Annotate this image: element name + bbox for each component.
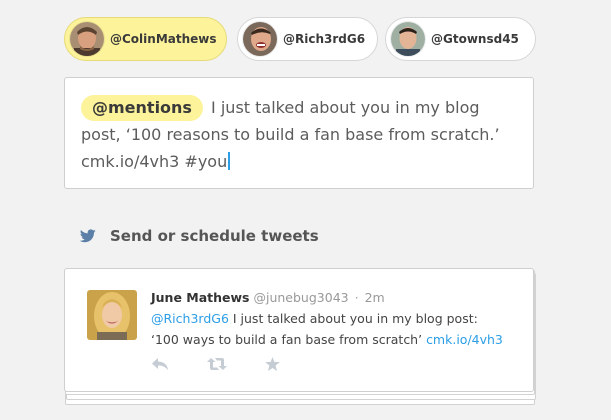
account-chip-rich3rdg6[interactable]: @Rich3rdG6 <box>237 17 378 61</box>
tweet-text-part: ‘100 ways to build a fan base from scrat… <box>151 332 427 347</box>
account-handle: @ColinMathews <box>110 32 217 46</box>
account-chip-gtownsd45[interactable]: @Gtownsd45 <box>385 17 536 61</box>
tweet-timestamp[interactable]: 2m <box>365 290 385 305</box>
composer-text: I just talked about you in my blog <box>211 98 480 117</box>
tweet-mention-link[interactable]: @Rich3rdG6 <box>151 311 229 326</box>
tweet-actions <box>151 357 318 371</box>
composer-text: post, ‘100 reasons to build a fan base f… <box>81 125 500 144</box>
tweet-author-handle[interactable]: @junebug3043 <box>253 290 348 305</box>
tweet-url-link[interactable]: cmk.io/4vh3 <box>426 332 503 347</box>
favorite-icon[interactable] <box>265 357 280 371</box>
tweet-author-avatar[interactable] <box>87 290 137 340</box>
tweet-stack: June Mathews @junebug3043 · 2m @Rich3rdG… <box>64 268 536 405</box>
avatar <box>70 22 104 56</box>
composer-line: post, ‘100 reasons to build a fan base f… <box>81 121 519 148</box>
composer-line: cmk.io/4vh3 #you <box>81 148 519 175</box>
composer-text: cmk.io/4vh3 #you <box>81 152 228 171</box>
tweet-text: @Rich3rdG6 I just talked about you in my… <box>151 308 531 329</box>
composer-line: @mentions I just talked about you in my … <box>81 94 519 121</box>
avatar <box>391 22 425 56</box>
account-handle: @Rich3rdG6 <box>283 32 366 46</box>
tweet-separator: · <box>354 290 359 305</box>
tweet-body: June Mathews @junebug3043 · 2m @Rich3rdG… <box>151 287 531 350</box>
send-schedule-label: Send or schedule tweets <box>110 227 319 245</box>
tweet-card[interactable]: June Mathews @junebug3043 · 2m @Rich3rdG… <box>64 268 534 392</box>
tweet-text: ‘100 ways to build a fan base from scrat… <box>151 329 531 350</box>
avatar <box>243 22 277 56</box>
mention-pill[interactable]: @mentions <box>81 95 203 121</box>
retweet-icon[interactable] <box>207 357 227 371</box>
tweet-author-name[interactable]: June Mathews <box>151 290 250 305</box>
send-schedule-button[interactable]: Send or schedule tweets <box>80 224 319 248</box>
twitter-bird-icon <box>80 229 96 243</box>
tweet-composer[interactable]: @mentions I just talked about you in my … <box>64 77 534 189</box>
account-handle: @Gtownsd45 <box>431 32 519 46</box>
account-chip-colinmathews[interactable]: @ColinMathews <box>64 17 227 61</box>
tweet-text-part: I just talked about you in my blog post: <box>228 311 478 326</box>
text-cursor <box>228 152 231 170</box>
tweet-header: June Mathews @junebug3043 · 2m <box>151 287 531 308</box>
reply-icon[interactable] <box>151 357 169 371</box>
